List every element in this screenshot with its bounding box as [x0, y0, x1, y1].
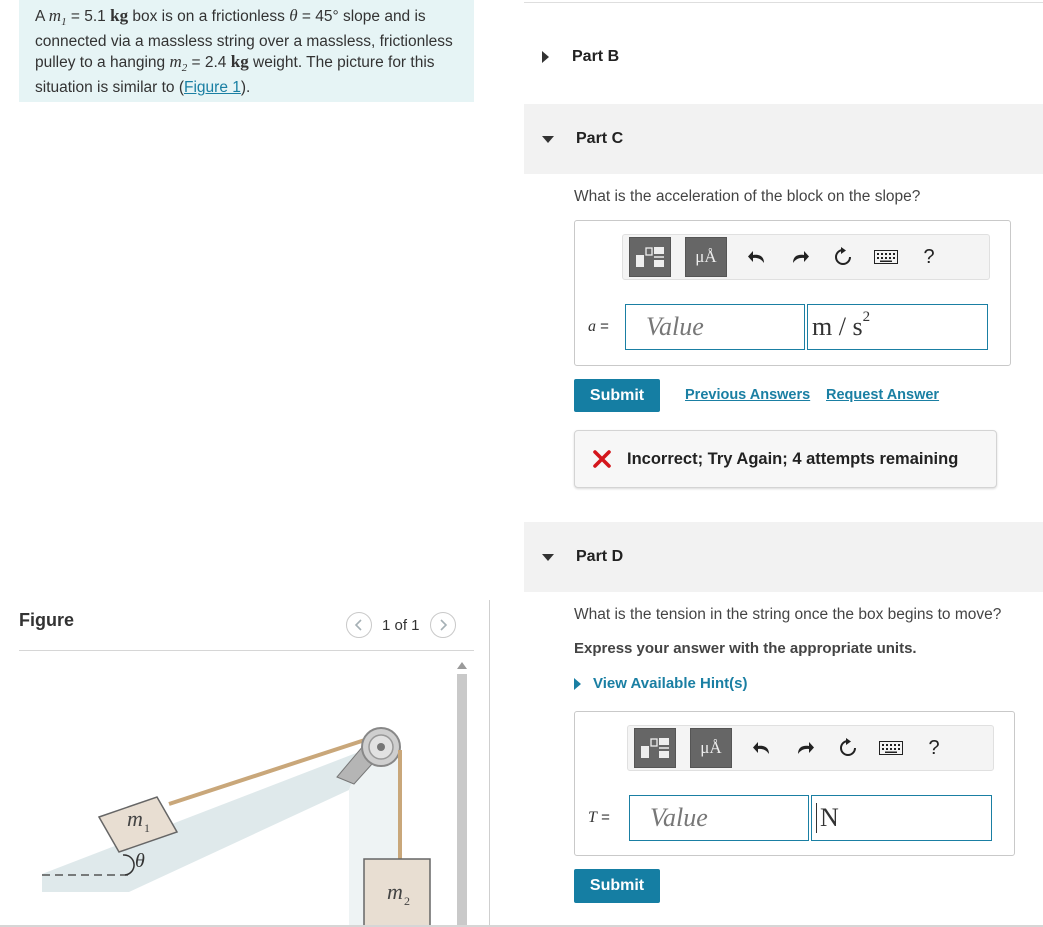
previous-figure-button[interactable]	[346, 612, 372, 638]
reset-icon[interactable]	[836, 736, 860, 760]
chevron-right-icon	[439, 619, 447, 631]
problem-text: ).	[240, 79, 251, 97]
problem-text: = 2.4	[187, 54, 231, 72]
part-d-header[interactable]: Part D	[524, 522, 1043, 592]
equals-sign: =	[596, 318, 609, 335]
unit-exponent: 2	[862, 308, 871, 325]
equals-sign: =	[596, 809, 610, 826]
problem-text: box is on a frictionless	[128, 8, 290, 25]
fraction-template-icon	[641, 738, 669, 758]
part-d-instruction: Express your answer with the appropriate…	[574, 640, 917, 657]
figure-link[interactable]: Figure 1	[184, 79, 241, 96]
column-divider	[489, 600, 490, 927]
undo-icon[interactable]	[750, 736, 774, 760]
part-d-question: What is the tension in the string once t…	[574, 606, 1002, 623]
part-d-variable: T =	[588, 809, 610, 827]
label-m1: m	[127, 806, 143, 831]
figure-divider	[19, 650, 474, 651]
template-buttons: μÅ	[629, 237, 727, 277]
hint-label: View Available Hint(s)	[593, 675, 748, 692]
redo-icon[interactable]	[788, 245, 812, 269]
unit-kg: kg	[230, 52, 249, 72]
part-c-feedback: Incorrect; Try Again; 4 attempts remaini…	[574, 430, 997, 488]
problem-statement: A m1 = 5.1 kg box is on a frictionless θ…	[19, 0, 474, 102]
expand-triangle-icon	[542, 51, 549, 63]
part-c-submit-button[interactable]: Submit	[574, 379, 660, 412]
scrollbar-thumb[interactable]	[457, 674, 467, 927]
toolbar-actions: ?	[750, 736, 946, 760]
next-figure-button[interactable]	[429, 612, 456, 638]
label-m2: m	[387, 879, 403, 904]
part-c-variable: a =	[588, 318, 609, 336]
part-c-math-toolbar: μÅ ?	[622, 234, 990, 280]
expand-triangle-icon	[574, 677, 581, 690]
previous-answers-link[interactable]: Previous Answers	[685, 387, 810, 403]
mu-angstrom-label: μÅ	[700, 738, 722, 757]
part-c-unit-input[interactable]: m / s2	[807, 304, 988, 350]
redo-icon[interactable]	[793, 736, 817, 760]
problem-text: = 5.1	[66, 8, 111, 25]
variable-symbol: a	[588, 318, 596, 335]
part-d-unit-input[interactable]: N	[811, 795, 992, 841]
undo-icon[interactable]	[745, 245, 769, 269]
unit-text: m / s	[812, 312, 863, 341]
units-button[interactable]: μÅ	[685, 237, 727, 277]
help-icon[interactable]: ?	[922, 736, 946, 760]
templates-button[interactable]	[634, 728, 676, 768]
label-m2-subscript: 2	[404, 894, 410, 908]
label-m1-subscript: 1	[144, 821, 150, 835]
pulley-axle	[377, 743, 385, 751]
template-buttons: μÅ	[634, 728, 732, 768]
part-b-header[interactable]: Part B	[524, 40, 1043, 74]
top-divider	[524, 2, 1043, 3]
help-icon[interactable]: ?	[917, 245, 941, 269]
collapse-triangle-icon	[542, 135, 554, 143]
incline-pulley-diagram: m 1 m 2 θ	[42, 727, 431, 927]
unit-kg: kg	[110, 6, 129, 25]
view-hints-link[interactable]: View Available Hint(s)	[574, 675, 748, 692]
figure-scrollbar[interactable]	[455, 660, 469, 927]
scroll-up-arrow-icon[interactable]	[457, 662, 467, 669]
request-answer-link[interactable]: Request Answer	[826, 387, 939, 403]
keyboard-icon[interactable]	[874, 245, 898, 269]
figure-page-indicator: 1 of 1	[382, 616, 420, 634]
collapse-triangle-icon	[542, 553, 554, 561]
theta-symbol: θ	[289, 6, 298, 25]
chevron-left-icon	[354, 619, 362, 631]
part-d-value-input[interactable]: Value	[629, 795, 809, 841]
part-d-label: Part D	[576, 548, 624, 565]
figure-pagination: 1 of 1	[346, 612, 456, 638]
templates-button[interactable]	[629, 237, 671, 277]
text-cursor	[816, 803, 817, 833]
part-d-math-toolbar: μÅ ?	[627, 725, 994, 771]
reset-icon[interactable]	[831, 245, 855, 269]
fraction-template-icon	[636, 247, 664, 267]
units-button[interactable]: μÅ	[690, 728, 732, 768]
part-c-label: Part C	[576, 130, 624, 147]
mu-angstrom-label: μÅ	[695, 247, 717, 266]
part-c-question: What is the acceleration of the block on…	[574, 188, 921, 205]
figure-title: Figure	[19, 610, 75, 630]
m2-symbol: m	[169, 52, 182, 72]
part-c-header[interactable]: Part C	[524, 104, 1043, 174]
incorrect-x-icon	[593, 450, 611, 468]
m1-symbol: m	[48, 6, 62, 25]
keyboard-icon[interactable]	[879, 736, 903, 760]
toolbar-actions: ?	[745, 245, 941, 269]
problem-text: A	[35, 8, 49, 25]
unit-text: N	[820, 803, 839, 832]
part-b-label: Part B	[572, 48, 620, 65]
feedback-message: Incorrect; Try Again; 4 attempts remaini…	[627, 449, 959, 468]
label-theta: θ	[135, 850, 145, 872]
part-d-submit-button[interactable]: Submit	[574, 869, 660, 903]
part-c-value-input[interactable]: Value	[625, 304, 805, 350]
figure-image: m 1 m 2 θ	[19, 652, 474, 927]
page: A m1 = 5.1 kg box is on a frictionless θ…	[0, 0, 1043, 927]
variable-symbol: T	[588, 809, 597, 826]
